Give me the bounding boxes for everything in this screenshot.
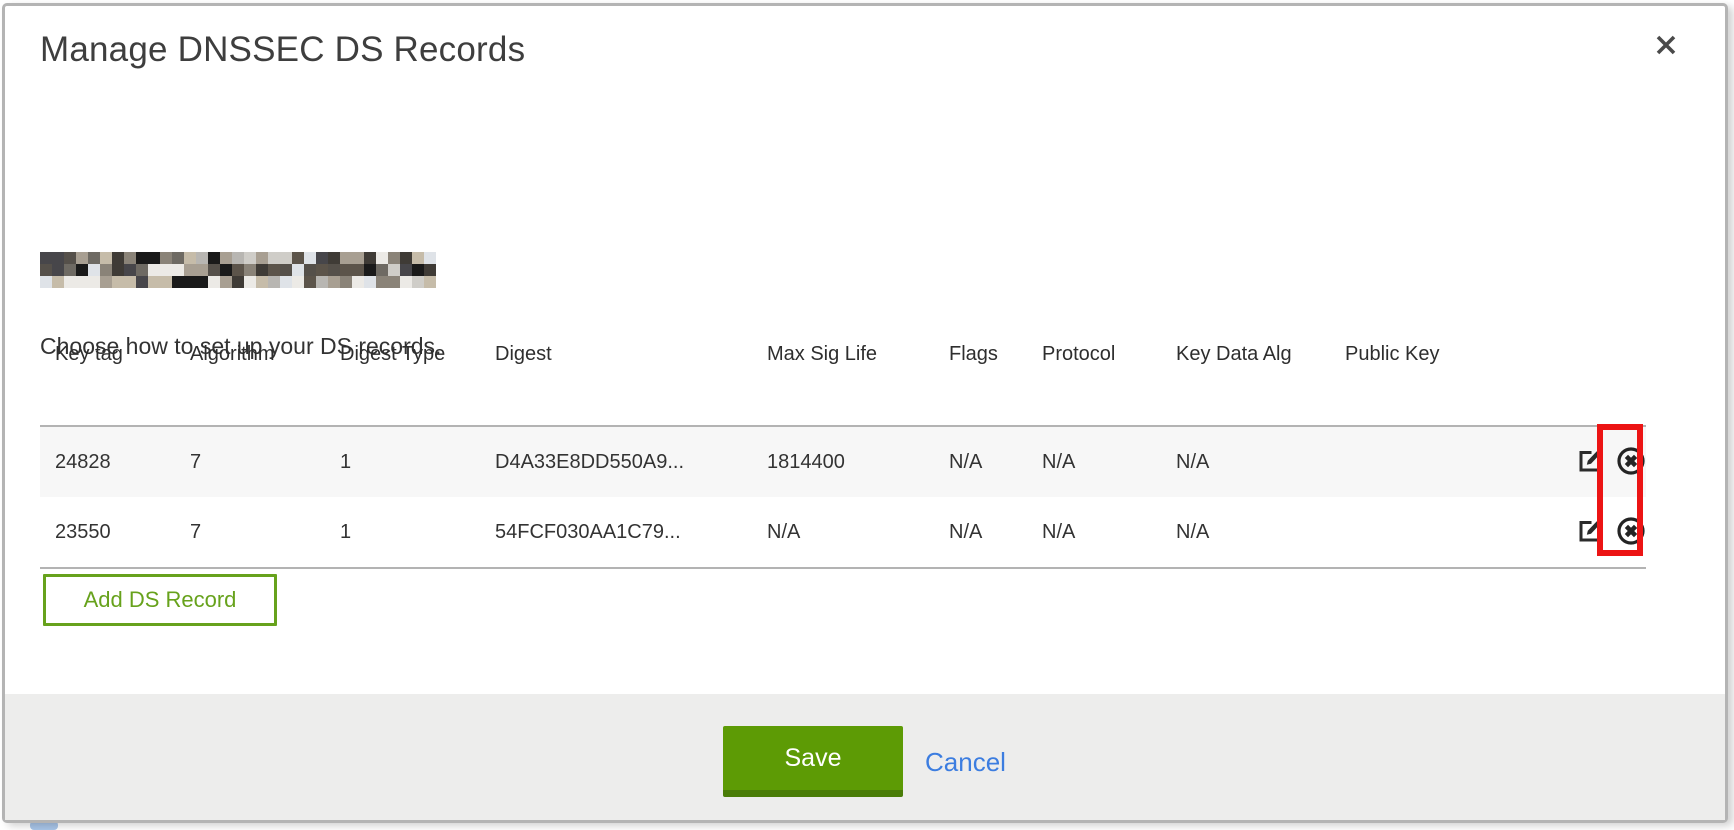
col-header-public-key: Public Key	[1330, 337, 1490, 426]
edit-pencil-icon	[1577, 532, 1604, 547]
cell-digest-type: 1	[325, 426, 480, 497]
delete-x-circle-icon	[1616, 534, 1646, 549]
cell-algorithm: 7	[175, 497, 325, 568]
cell-flags: N/A	[934, 497, 1027, 568]
col-header-flags: Flags	[934, 337, 1027, 426]
dialog-footer: Save Cancel	[5, 694, 1725, 820]
table-row: 24828 7 1 D4A33E8DD550A9... 1814400 N/A …	[40, 426, 1646, 497]
cell-digest-type: 1	[325, 497, 480, 568]
col-header-key-data-alg: Key Data Alg	[1161, 337, 1330, 426]
close-button[interactable]	[1651, 30, 1681, 60]
table-header-row: Key tag Algorithm Digest Type Digest Max…	[40, 337, 1646, 426]
cell-digest: 54FCF030AA1C79...	[480, 497, 752, 568]
dialog-title: Manage DNSSEC DS Records	[40, 30, 525, 70]
cell-digest: D4A33E8DD550A9...	[480, 426, 752, 497]
redacted-domain-name	[40, 252, 436, 288]
cell-key-data-alg: N/A	[1161, 426, 1330, 497]
manage-dnssec-ds-records-dialog: Manage DNSSEC DS Records Choose how to s…	[2, 3, 1728, 823]
col-header-digest-type: Digest Type	[325, 337, 480, 426]
cell-public-key	[1330, 426, 1490, 497]
ds-records-table: Key tag Algorithm Digest Type Digest Max…	[40, 337, 1646, 569]
delete-record-button[interactable]	[1616, 446, 1646, 479]
cell-key-tag: 24828	[40, 426, 175, 497]
table-row: 23550 7 1 54FCF030AA1C79... N/A N/A N/A …	[40, 497, 1646, 568]
col-header-actions	[1490, 337, 1646, 426]
cell-max-sig-life: N/A	[752, 497, 934, 568]
delete-x-circle-icon	[1616, 464, 1646, 479]
col-header-protocol: Protocol	[1027, 337, 1161, 426]
col-header-digest: Digest	[480, 337, 752, 426]
cancel-link[interactable]: Cancel	[925, 747, 1006, 778]
col-header-key-tag: Key tag	[40, 337, 175, 426]
edit-record-button[interactable]	[1577, 517, 1604, 547]
cell-max-sig-life: 1814400	[752, 426, 934, 497]
cell-protocol: N/A	[1027, 497, 1161, 568]
add-ds-record-button[interactable]: Add DS Record	[43, 574, 277, 626]
cell-flags: N/A	[934, 426, 1027, 497]
cell-key-tag: 23550	[40, 497, 175, 568]
col-header-algorithm: Algorithm	[175, 337, 325, 426]
edit-record-button[interactable]	[1577, 447, 1604, 477]
save-button[interactable]: Save	[723, 726, 903, 797]
close-icon	[1651, 48, 1681, 63]
cell-key-data-alg: N/A	[1161, 497, 1330, 568]
cell-algorithm: 7	[175, 426, 325, 497]
col-header-max-sig-life: Max Sig Life	[752, 337, 934, 426]
delete-record-button[interactable]	[1616, 516, 1646, 549]
cell-protocol: N/A	[1027, 426, 1161, 497]
edit-pencil-icon	[1577, 462, 1604, 477]
cell-public-key	[1330, 497, 1490, 568]
